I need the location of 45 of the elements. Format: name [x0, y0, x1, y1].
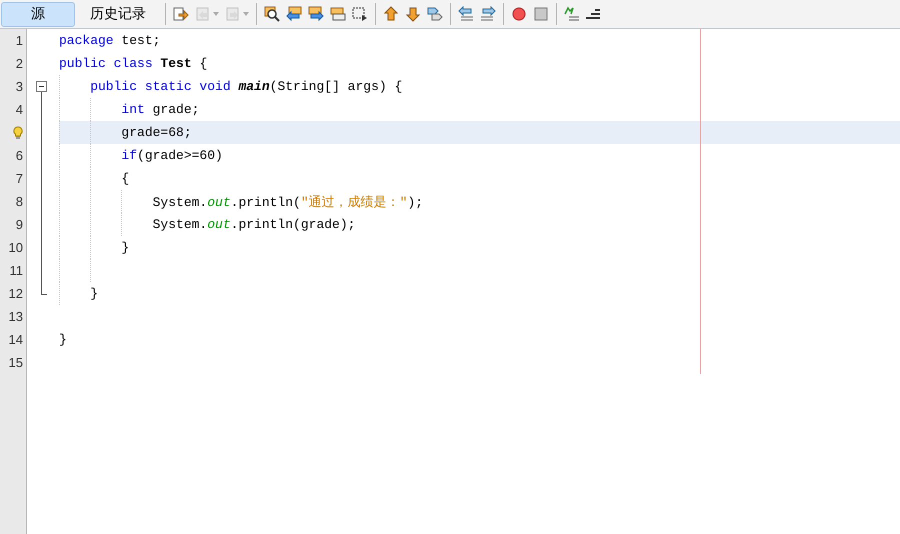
- editor-tab[interactable]: 源: [1, 2, 75, 26]
- line-number: 6: [16, 148, 23, 163]
- line-number: 13: [8, 309, 23, 324]
- comment-icon: [564, 6, 580, 22]
- code-line: grade=68;: [120, 125, 192, 140]
- line-number: 3: [16, 79, 23, 94]
- line-number: 14: [8, 332, 23, 347]
- line-number: 15: [8, 355, 23, 370]
- line-number: 8: [16, 194, 23, 209]
- code-line: }: [59, 332, 67, 347]
- search-icon: [264, 6, 280, 22]
- code-line: System.out.println(grade);: [152, 217, 356, 232]
- down-arrow-icon: [405, 6, 421, 22]
- lines-icon: [586, 9, 600, 19]
- line-number: 11: [10, 263, 23, 278]
- record-icon: [511, 6, 527, 22]
- left-arrow-icon: [286, 6, 302, 22]
- line-number: 9: [16, 217, 23, 232]
- stop-icon: [533, 6, 549, 22]
- tag-icon: [427, 6, 443, 22]
- editor-tab[interactable]: 历史记录: [79, 2, 157, 26]
- code-line: public static void main(String[] args) {: [89, 79, 402, 94]
- outdent-icon: [458, 6, 474, 22]
- selection-icon: [352, 6, 368, 22]
- line-number: 1: [16, 33, 23, 48]
- right-arrow-icon: [308, 6, 324, 22]
- code-line: int grade;: [120, 102, 200, 117]
- code-line: }: [120, 240, 130, 255]
- collapse-icon[interactable]: [36, 81, 47, 98]
- code-line: if(grade>=60): [120, 148, 223, 163]
- code-line: {: [120, 171, 130, 186]
- line-number: 4: [16, 102, 23, 117]
- line-number: 7: [16, 171, 23, 186]
- code-line: System.out.println("通过，成绩是：");: [152, 194, 424, 210]
- indent-icon: [480, 6, 496, 22]
- up-arrow-icon: [383, 6, 399, 22]
- line-number: 2: [16, 56, 23, 71]
- document-arrow-icon: [173, 6, 189, 22]
- code-line: }: [89, 286, 98, 301]
- code-line: public class Test {: [59, 56, 208, 71]
- lightbulb-icon[interactable]: [13, 126, 23, 140]
- line-number: 12: [8, 286, 23, 301]
- code-line: package test;: [59, 33, 160, 48]
- layers-icon: [330, 6, 346, 22]
- line-number: 10: [8, 240, 23, 255]
